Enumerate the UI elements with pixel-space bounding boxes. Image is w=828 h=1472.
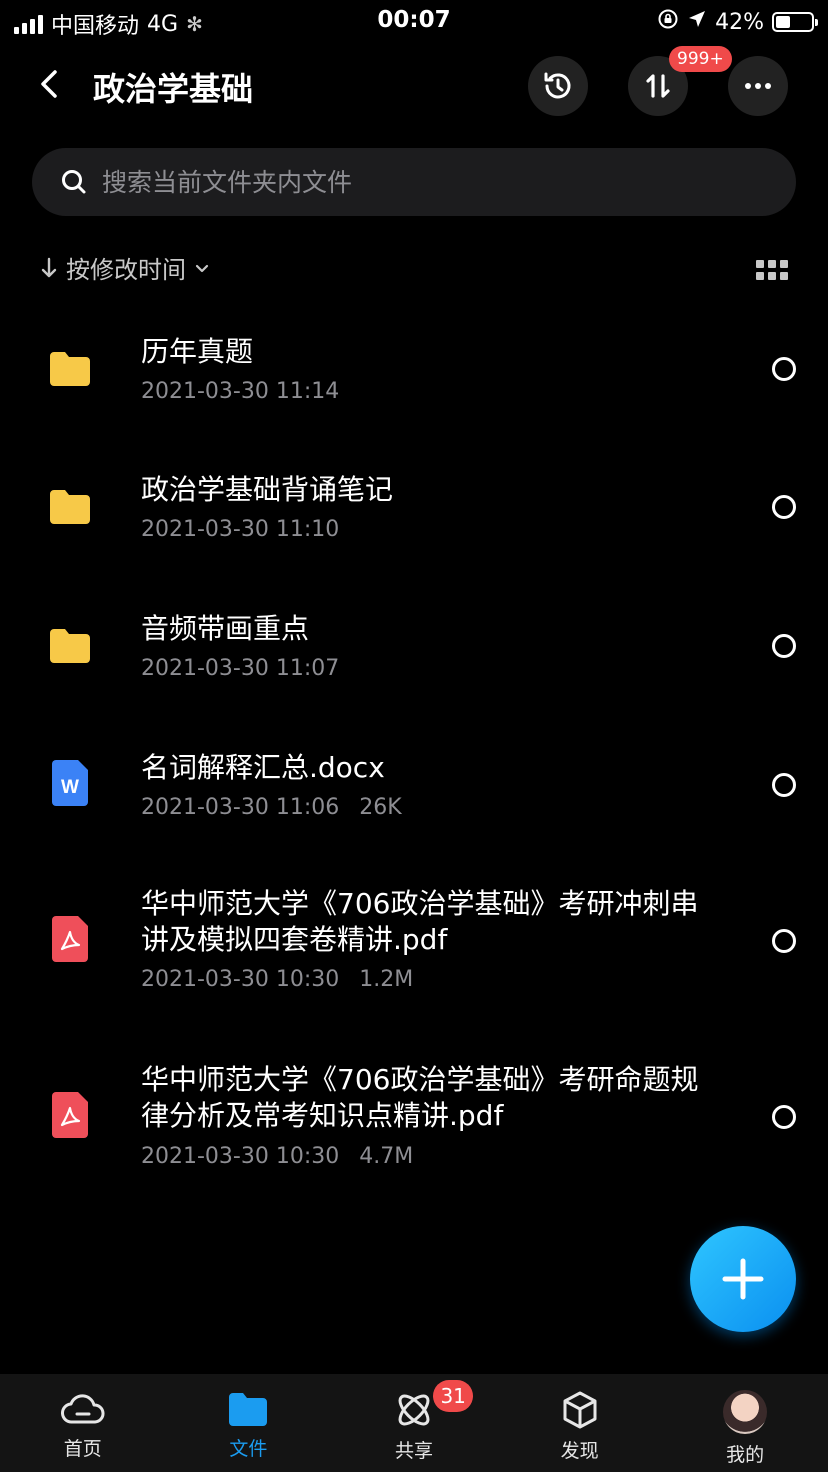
list-item[interactable]: 政治学基础背诵笔记 2021-03-30 11:10 (0, 438, 828, 577)
location-icon (687, 9, 707, 35)
word-file-icon: W (48, 760, 92, 810)
search-input[interactable] (102, 167, 742, 197)
more-icon (745, 83, 771, 89)
tab-home[interactable]: 首页 (0, 1374, 166, 1472)
chevron-left-icon (41, 70, 57, 98)
search-icon (62, 170, 86, 194)
tab-bar: 首页 文件 共享 31 发现 我的 (0, 1374, 828, 1472)
file-size: 26K (359, 795, 402, 820)
file-name: 音频带画重点 (141, 612, 310, 645)
tab-label: 我的 (726, 1444, 765, 1466)
file-date: 2021-03-30 11:06 (141, 795, 340, 820)
transfer-badge: 999+ (669, 46, 732, 72)
file-date: 2021-03-30 10:30 (141, 967, 340, 992)
select-radio[interactable] (772, 929, 796, 953)
select-radio[interactable] (772, 773, 796, 797)
page-title: 政治学基础 (93, 70, 254, 108)
select-radio[interactable] (772, 1105, 796, 1129)
list-item[interactable]: 音频带画重点 2021-03-30 11:07 (0, 577, 828, 716)
file-date: 2021-03-30 10:30 (141, 1144, 340, 1169)
select-radio[interactable] (772, 495, 796, 519)
pdf-file-icon (48, 1092, 92, 1142)
arrow-down-icon (41, 257, 57, 277)
cloud-icon (60, 1394, 105, 1424)
history-button[interactable] (528, 56, 588, 116)
status-right: 42% (657, 8, 818, 36)
cube-icon (563, 1391, 597, 1429)
tab-share[interactable]: 共享 31 (331, 1374, 497, 1472)
tab-label: 发现 (560, 1440, 599, 1462)
battery-icon (772, 12, 818, 32)
file-date: 2021-03-30 11:14 (141, 379, 340, 404)
file-size: 4.7M (359, 1144, 414, 1169)
file-meta: 2021-03-30 11:06 26K (141, 795, 402, 820)
folder-icon (48, 627, 92, 669)
file-date: 2021-03-30 11:07 (141, 656, 340, 681)
select-radio[interactable] (772, 634, 796, 658)
pdf-file-icon (48, 916, 92, 966)
grid-view-icon[interactable] (756, 260, 788, 280)
plus-icon (722, 1258, 764, 1300)
tab-discover[interactable]: 发现 (497, 1374, 663, 1472)
add-button[interactable] (690, 1226, 796, 1332)
tab-label: 共享 (394, 1440, 433, 1462)
more-button[interactable] (728, 56, 788, 116)
file-name: 历年真题 (141, 335, 254, 368)
sort-dropdown[interactable]: 按修改时间 (38, 250, 798, 285)
file-name: 名词解释汇总.docx (141, 751, 385, 784)
list-item[interactable]: 华中师范大学《706政治学基础》考研命题规律分析及常考知识点精讲.pdf 202… (0, 1033, 828, 1210)
status-bar: 中国移动 4G ✻ 00:07 42% (0, 0, 828, 44)
back-button[interactable] (30, 64, 70, 104)
folder-icon (48, 350, 92, 392)
file-name: 华中师范大学《706政治学基础》考研命题规律分析及常考知识点精讲.pdf (141, 1063, 699, 1132)
transfer-icon (646, 74, 670, 98)
tab-label: 首页 (63, 1438, 102, 1460)
file-name: 华中师范大学《706政治学基础》考研冲刺串讲及模拟四套卷精讲.pdf (141, 887, 699, 956)
rotation-lock-icon (657, 8, 679, 36)
file-size: 1.2M (359, 967, 414, 992)
folder-icon (229, 1393, 268, 1426)
list-item[interactable]: W 名词解释汇总.docx 2021-03-30 11:06 26K (0, 716, 828, 856)
chevron-down-icon (195, 264, 209, 272)
avatar (723, 1390, 768, 1434)
folder-icon (48, 488, 92, 530)
svg-text:W: W (61, 777, 79, 798)
tab-label: 文件 (229, 1438, 268, 1460)
file-date: 2021-03-30 11:10 (141, 517, 340, 542)
sort-row: 按修改时间 (38, 250, 798, 290)
tab-files[interactable]: 文件 (166, 1374, 332, 1472)
history-icon (544, 72, 571, 99)
list-item[interactable]: 历年真题 2021-03-30 11:14 (0, 300, 828, 438)
file-meta: 2021-03-30 11:14 (141, 379, 339, 404)
file-name: 政治学基础背诵笔记 (141, 473, 394, 506)
file-meta: 2021-03-30 11:10 (141, 517, 339, 542)
file-meta: 2021-03-30 10:30 4.7M (141, 1144, 413, 1169)
tab-me[interactable]: 我的 (662, 1374, 828, 1472)
file-meta: 2021-03-30 10:30 1.2M (141, 967, 413, 992)
share-icon (398, 1394, 430, 1426)
sort-label: 按修改时间 (66, 256, 186, 284)
file-meta: 2021-03-30 11:07 (141, 656, 339, 681)
search-bar[interactable] (32, 148, 796, 216)
select-radio[interactable] (772, 357, 796, 381)
list-item[interactable]: 华中师范大学《706政治学基础》考研冲刺串讲及模拟四套卷精讲.pdf 2021-… (0, 856, 828, 1033)
battery-percent: 42% (715, 9, 764, 35)
share-badge: 31 (433, 1380, 474, 1412)
file-list: 历年真题 2021-03-30 11:14 政治学基础背诵笔记 2021-03-… (0, 300, 828, 1210)
